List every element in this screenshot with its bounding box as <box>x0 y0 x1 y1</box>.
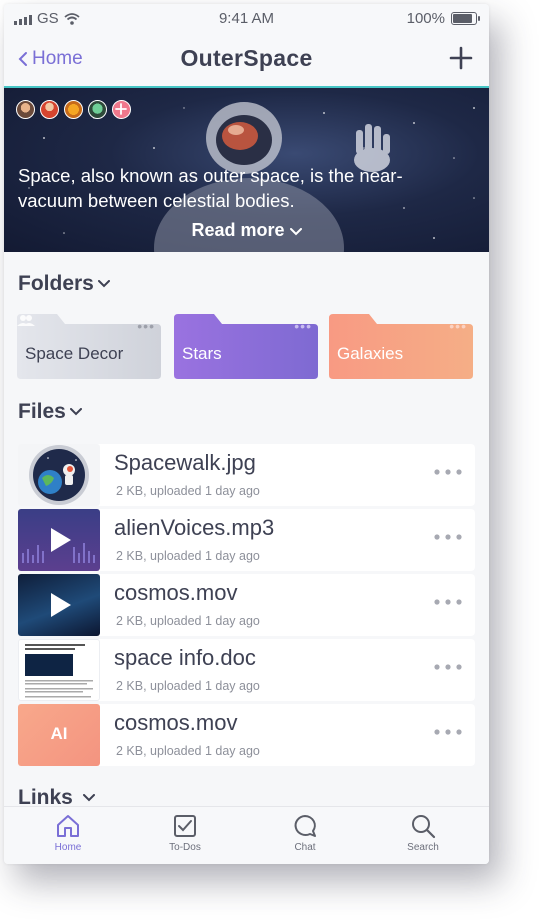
file-thumbnail <box>18 444 100 506</box>
checkbox-icon <box>174 815 196 837</box>
file-meta: 2 KB, uploaded 1 day ago <box>116 679 260 693</box>
chevron-down-icon <box>97 280 110 288</box>
file-name: alienVoices.mp3 <box>114 515 275 540</box>
file-thumbnail <box>18 574 100 636</box>
chevron-down-icon <box>69 408 82 416</box>
folder-galaxies[interactable]: ••• Galaxies <box>329 314 473 379</box>
search-icon <box>412 815 436 839</box>
member-avatars[interactable] <box>16 100 131 119</box>
folders-title: Folders <box>18 272 94 295</box>
tab-chat[interactable]: Chat <box>255 813 355 853</box>
document-preview-image <box>25 644 93 698</box>
file-row[interactable]: cosmos.mov 2 KB, uploaded 1 day ago <box>18 574 475 636</box>
banner-description: Space, also known as outer space, is the… <box>18 165 403 211</box>
tab-label: Chat <box>294 842 316 853</box>
files-header[interactable]: Files <box>18 400 82 424</box>
battery-icon <box>451 12 480 25</box>
nav-bar: Home OuterSpace <box>4 34 489 88</box>
folder-label: Stars <box>182 344 222 363</box>
planet-astronaut-image <box>29 445 89 505</box>
folders-header[interactable]: Folders <box>18 272 110 296</box>
more-options-icon[interactable] <box>433 468 463 476</box>
play-icon[interactable] <box>49 526 73 554</box>
file-meta: 2 KB, uploaded 1 day ago <box>116 484 260 498</box>
tab-label: Home <box>54 842 82 853</box>
tab-home[interactable]: Home <box>18 813 118 853</box>
file-row[interactable]: alienVoices.mp3 2 KB, uploaded 1 day ago <box>18 509 475 571</box>
back-button[interactable]: Home <box>18 48 83 70</box>
file-name: Spacewalk.jpg <box>114 450 256 475</box>
file-meta: 2 KB, uploaded 1 day ago <box>116 614 260 628</box>
more-options-icon[interactable] <box>433 598 463 606</box>
file-thumbnail <box>18 639 100 701</box>
avatar[interactable] <box>88 100 107 119</box>
more-options-icon[interactable]: ••• <box>294 318 312 334</box>
back-label: Home <box>32 48 83 69</box>
tab-todos[interactable]: To-Dos <box>135 813 235 853</box>
battery-percent: 100% <box>406 10 445 27</box>
tab-label: Search <box>407 842 439 853</box>
file-row[interactable]: AI cosmos.mov 2 KB, uploaded 1 day ago <box>18 704 475 766</box>
shared-users-icon <box>17 315 35 326</box>
tab-label: To-Dos <box>169 842 201 853</box>
folder-stars[interactable]: ••• Stars <box>174 314 318 379</box>
folder-label: Space Decor <box>25 344 124 363</box>
file-name: space info.doc <box>114 645 256 670</box>
read-more-button[interactable]: Read more <box>4 220 489 241</box>
more-options-icon[interactable] <box>433 728 463 736</box>
file-row[interactable]: space info.doc 2 KB, uploaded 1 day ago <box>18 639 475 701</box>
more-options-icon[interactable]: ••• <box>449 318 467 334</box>
add-member-icon[interactable] <box>112 100 131 119</box>
chevron-down-icon <box>289 228 302 236</box>
folder-space-decor[interactable]: ••• Space Decor <box>17 314 161 379</box>
play-icon[interactable] <box>49 591 73 619</box>
read-more-label: Read more <box>191 220 285 240</box>
file-type-label: AI <box>50 724 68 743</box>
more-options-icon[interactable] <box>433 533 463 541</box>
file-thumbnail <box>18 509 100 571</box>
file-thumbnail: AI <box>18 704 100 766</box>
avatar[interactable] <box>40 100 59 119</box>
home-icon <box>57 815 79 837</box>
file-name: cosmos.mov <box>114 710 238 735</box>
space-banner[interactable]: Space, also known as outer space, is the… <box>4 88 489 252</box>
file-meta: 2 KB, uploaded 1 day ago <box>116 549 260 563</box>
add-button[interactable] <box>449 46 473 70</box>
folder-label: Galaxies <box>337 344 404 363</box>
file-row[interactable]: Spacewalk.jpg 2 KB, uploaded 1 day ago <box>18 444 475 506</box>
tab-bar: Home To-Dos Chat Search <box>4 806 489 864</box>
chevron-down-icon <box>82 794 95 802</box>
chevron-left-icon <box>18 52 27 66</box>
chat-bubble-icon <box>294 815 316 837</box>
file-meta: 2 KB, uploaded 1 day ago <box>116 744 260 758</box>
more-options-icon[interactable]: ••• <box>137 318 155 334</box>
avatar[interactable] <box>64 100 83 119</box>
file-name: cosmos.mov <box>114 580 238 605</box>
status-bar: GS 9:41 AM 100% <box>4 4 489 34</box>
more-options-icon[interactable] <box>433 663 463 671</box>
files-title: Files <box>18 400 66 423</box>
phone-screen: GS 9:41 AM 100% Home OuterSpace Space, a… <box>4 4 489 864</box>
tab-search[interactable]: Search <box>373 813 473 853</box>
avatar[interactable] <box>16 100 35 119</box>
